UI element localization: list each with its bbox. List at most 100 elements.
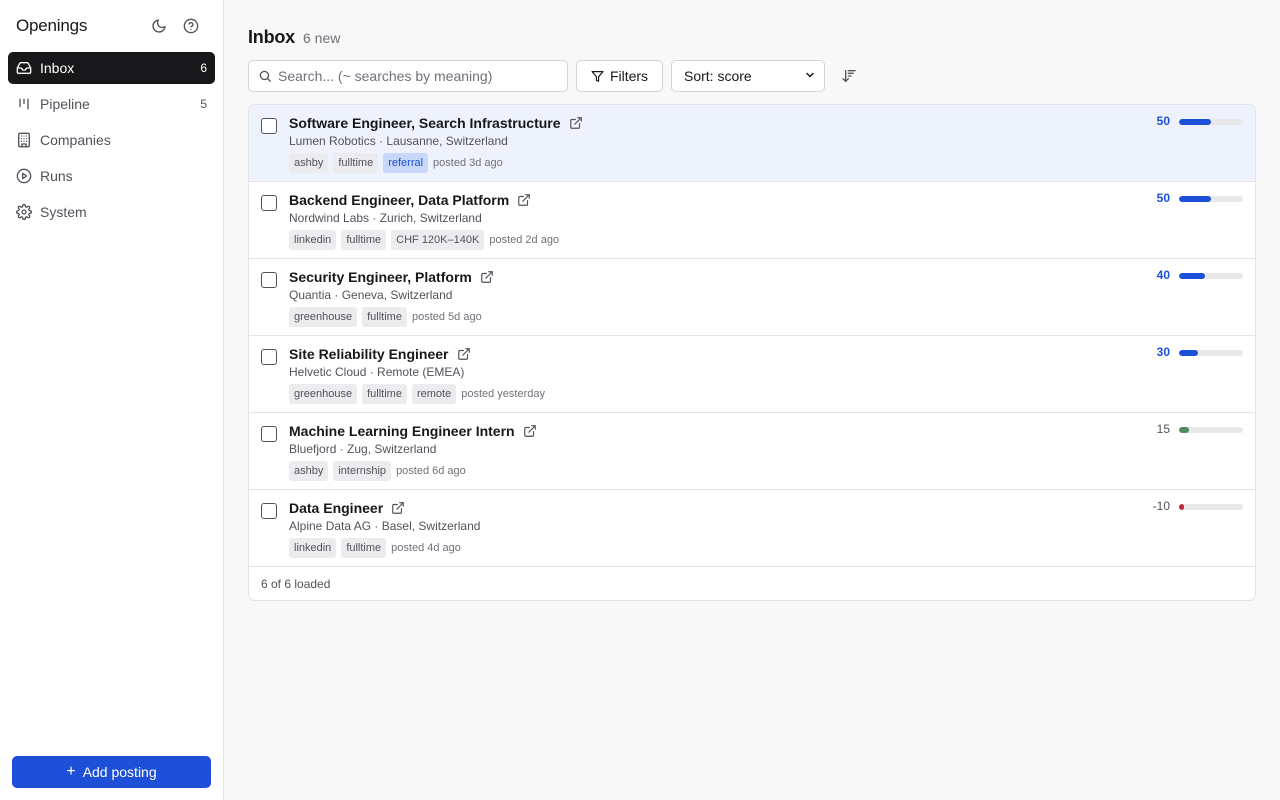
posting-tag: linkedin [289,538,337,558]
search-input[interactable] [278,68,558,84]
help-icon[interactable] [181,16,201,36]
posting-company-location: Helvetic Cloud · Remote (EMEA) [289,365,464,379]
posting-row[interactable]: Security Engineer, Platform Quantia · Gen… [249,259,1255,336]
posting-row[interactable]: Site Reliability Engineer Helvetic Cloud … [249,336,1255,413]
posting-location: Remote (EMEA) [377,365,465,379]
chevron-down-icon [804,68,816,84]
select-checkbox[interactable] [261,272,277,288]
posted-time: posted 2d ago [489,234,560,246]
posting-title[interactable]: Security Engineer, Platform [289,269,472,285]
score-bar-fill [1179,504,1185,510]
posting-company: Alpine Data AG [289,519,372,533]
sort-select[interactable]: Sort: score [671,60,825,92]
external-link-icon[interactable] [391,501,405,515]
search-box[interactable] [248,60,568,92]
posting-tag: fulltime [362,307,407,327]
add-posting-label: Add posting [82,764,157,780]
posting-company-location: Lumen Robotics · Lausanne, Switzerland [289,134,508,148]
score-bar [1179,350,1243,356]
select-checkbox[interactable] [261,503,277,519]
posting-tags: ashby fulltime referral posted 3d ago [289,153,503,173]
posting-tag: CHF 120K–140K [391,230,485,250]
posting-company: Quantia [289,288,332,302]
sidebar-item-label: Companies [40,132,111,148]
external-link-icon[interactable] [523,424,537,438]
score-bar [1179,427,1243,433]
separator-dot: · [336,442,348,456]
external-link-icon[interactable] [457,347,471,361]
posting-title[interactable]: Backend Engineer, Data Platform [289,192,509,208]
sidebar-item-label: System [40,204,87,220]
posted-time: posted 6d ago [396,465,466,477]
posting-row[interactable]: Machine Learning Engineer Intern Bluefjor… [249,413,1255,490]
score-bar [1179,504,1243,510]
posting-title[interactable]: Software Engineer, Search Infrastructure [289,115,561,131]
filters-button[interactable]: Filters [576,60,663,92]
sidebar-item-inbox[interactable]: Inbox 6 [8,52,215,84]
score-value: 40 [1156,268,1170,282]
posting-row[interactable]: Data Engineer Alpine Data AG · Basel, Swi… [249,490,1255,567]
external-link-icon[interactable] [517,193,531,207]
separator-dot: · [366,365,378,379]
score-bar-fill [1179,350,1199,356]
posting-company-location: Nordwind Labs · Zurich, Switzerland [289,211,482,225]
score-value: 50 [1156,114,1170,128]
posting-company: Lumen Robotics [289,134,376,148]
posting-location: Geneva, Switzerland [341,288,453,302]
building-icon [16,132,32,148]
sidebar-item-count: 5 [200,97,207,111]
posting-tags: linkedin fulltime CHF 120K–140K posted 2d a… [289,230,559,250]
sidebar-item-companies[interactable]: Companies [8,124,215,156]
sidebar-nav: Inbox 6 Pipeline 5 Companies Runs System [8,52,215,232]
posting-tag: internship [333,461,392,481]
inbox-icon [16,60,32,76]
page-header: Inbox 6 new [248,27,340,48]
external-link-icon[interactable] [569,116,583,130]
score-bar-fill [1179,273,1205,279]
posting-tag: referral [383,153,429,173]
sidebar-item-pipeline[interactable]: Pipeline 5 [8,88,215,120]
posting-location: Zug, Switzerland [347,442,437,456]
posting-row[interactable]: Software Engineer, Search Infrastructure… [249,105,1255,182]
add-posting-button[interactable]: + Add posting [12,756,211,788]
score-value: -10 [1152,499,1170,513]
posting-title[interactable]: Machine Learning Engineer Intern [289,423,515,439]
filter-icon [591,70,604,83]
app-title: Openings [16,16,88,35]
sidebar-item-runs[interactable]: Runs [8,160,215,192]
posting-tag: greenhouse [289,307,358,327]
posting-tags: linkedin fulltime posted 4d ago [289,538,461,558]
posting-tag: fulltime [341,230,387,250]
select-checkbox[interactable] [261,426,277,442]
posting-row[interactable]: Backend Engineer, Data Platform Nordwind … [249,182,1255,259]
posting-tag: fulltime [341,538,387,558]
search-icon [258,69,272,83]
select-checkbox[interactable] [261,195,277,211]
sidebar-item-label: Inbox [40,60,75,76]
posted-time: posted 4d ago [391,542,461,554]
posting-company: Bluefjord [289,442,337,456]
posting-location: Basel, Switzerland [381,519,481,533]
posting-tag: ashby [289,153,329,173]
sidebar: Openings Inbox 6 Pipeline 5 Companies Ru… [0,0,224,800]
score-value: 15 [1156,422,1170,436]
posting-tag: ashby [289,461,329,481]
moon-icon[interactable] [149,16,169,36]
posting-title[interactable]: Site Reliability Engineer [289,346,449,362]
posting-tag: remote [411,384,457,404]
sidebar-item-system[interactable]: System [8,196,215,228]
external-link-icon[interactable] [480,270,494,284]
sidebar-item-label: Runs [40,168,73,184]
postings-list: Software Engineer, Search Infrastructure… [248,104,1256,601]
posting-company: Nordwind Labs [289,211,370,225]
posting-title[interactable]: Data Engineer [289,500,383,516]
select-checkbox[interactable] [261,118,277,134]
posted-time: posted 3d ago [433,157,503,169]
sort-direction-icon[interactable] [839,66,859,86]
plus-icon: + [66,763,76,780]
posted-time: posted 5d ago [411,311,482,323]
play-circle-icon [16,168,32,184]
select-checkbox[interactable] [261,349,277,365]
score-bar-fill [1179,119,1211,125]
score-bar-fill [1179,427,1189,433]
